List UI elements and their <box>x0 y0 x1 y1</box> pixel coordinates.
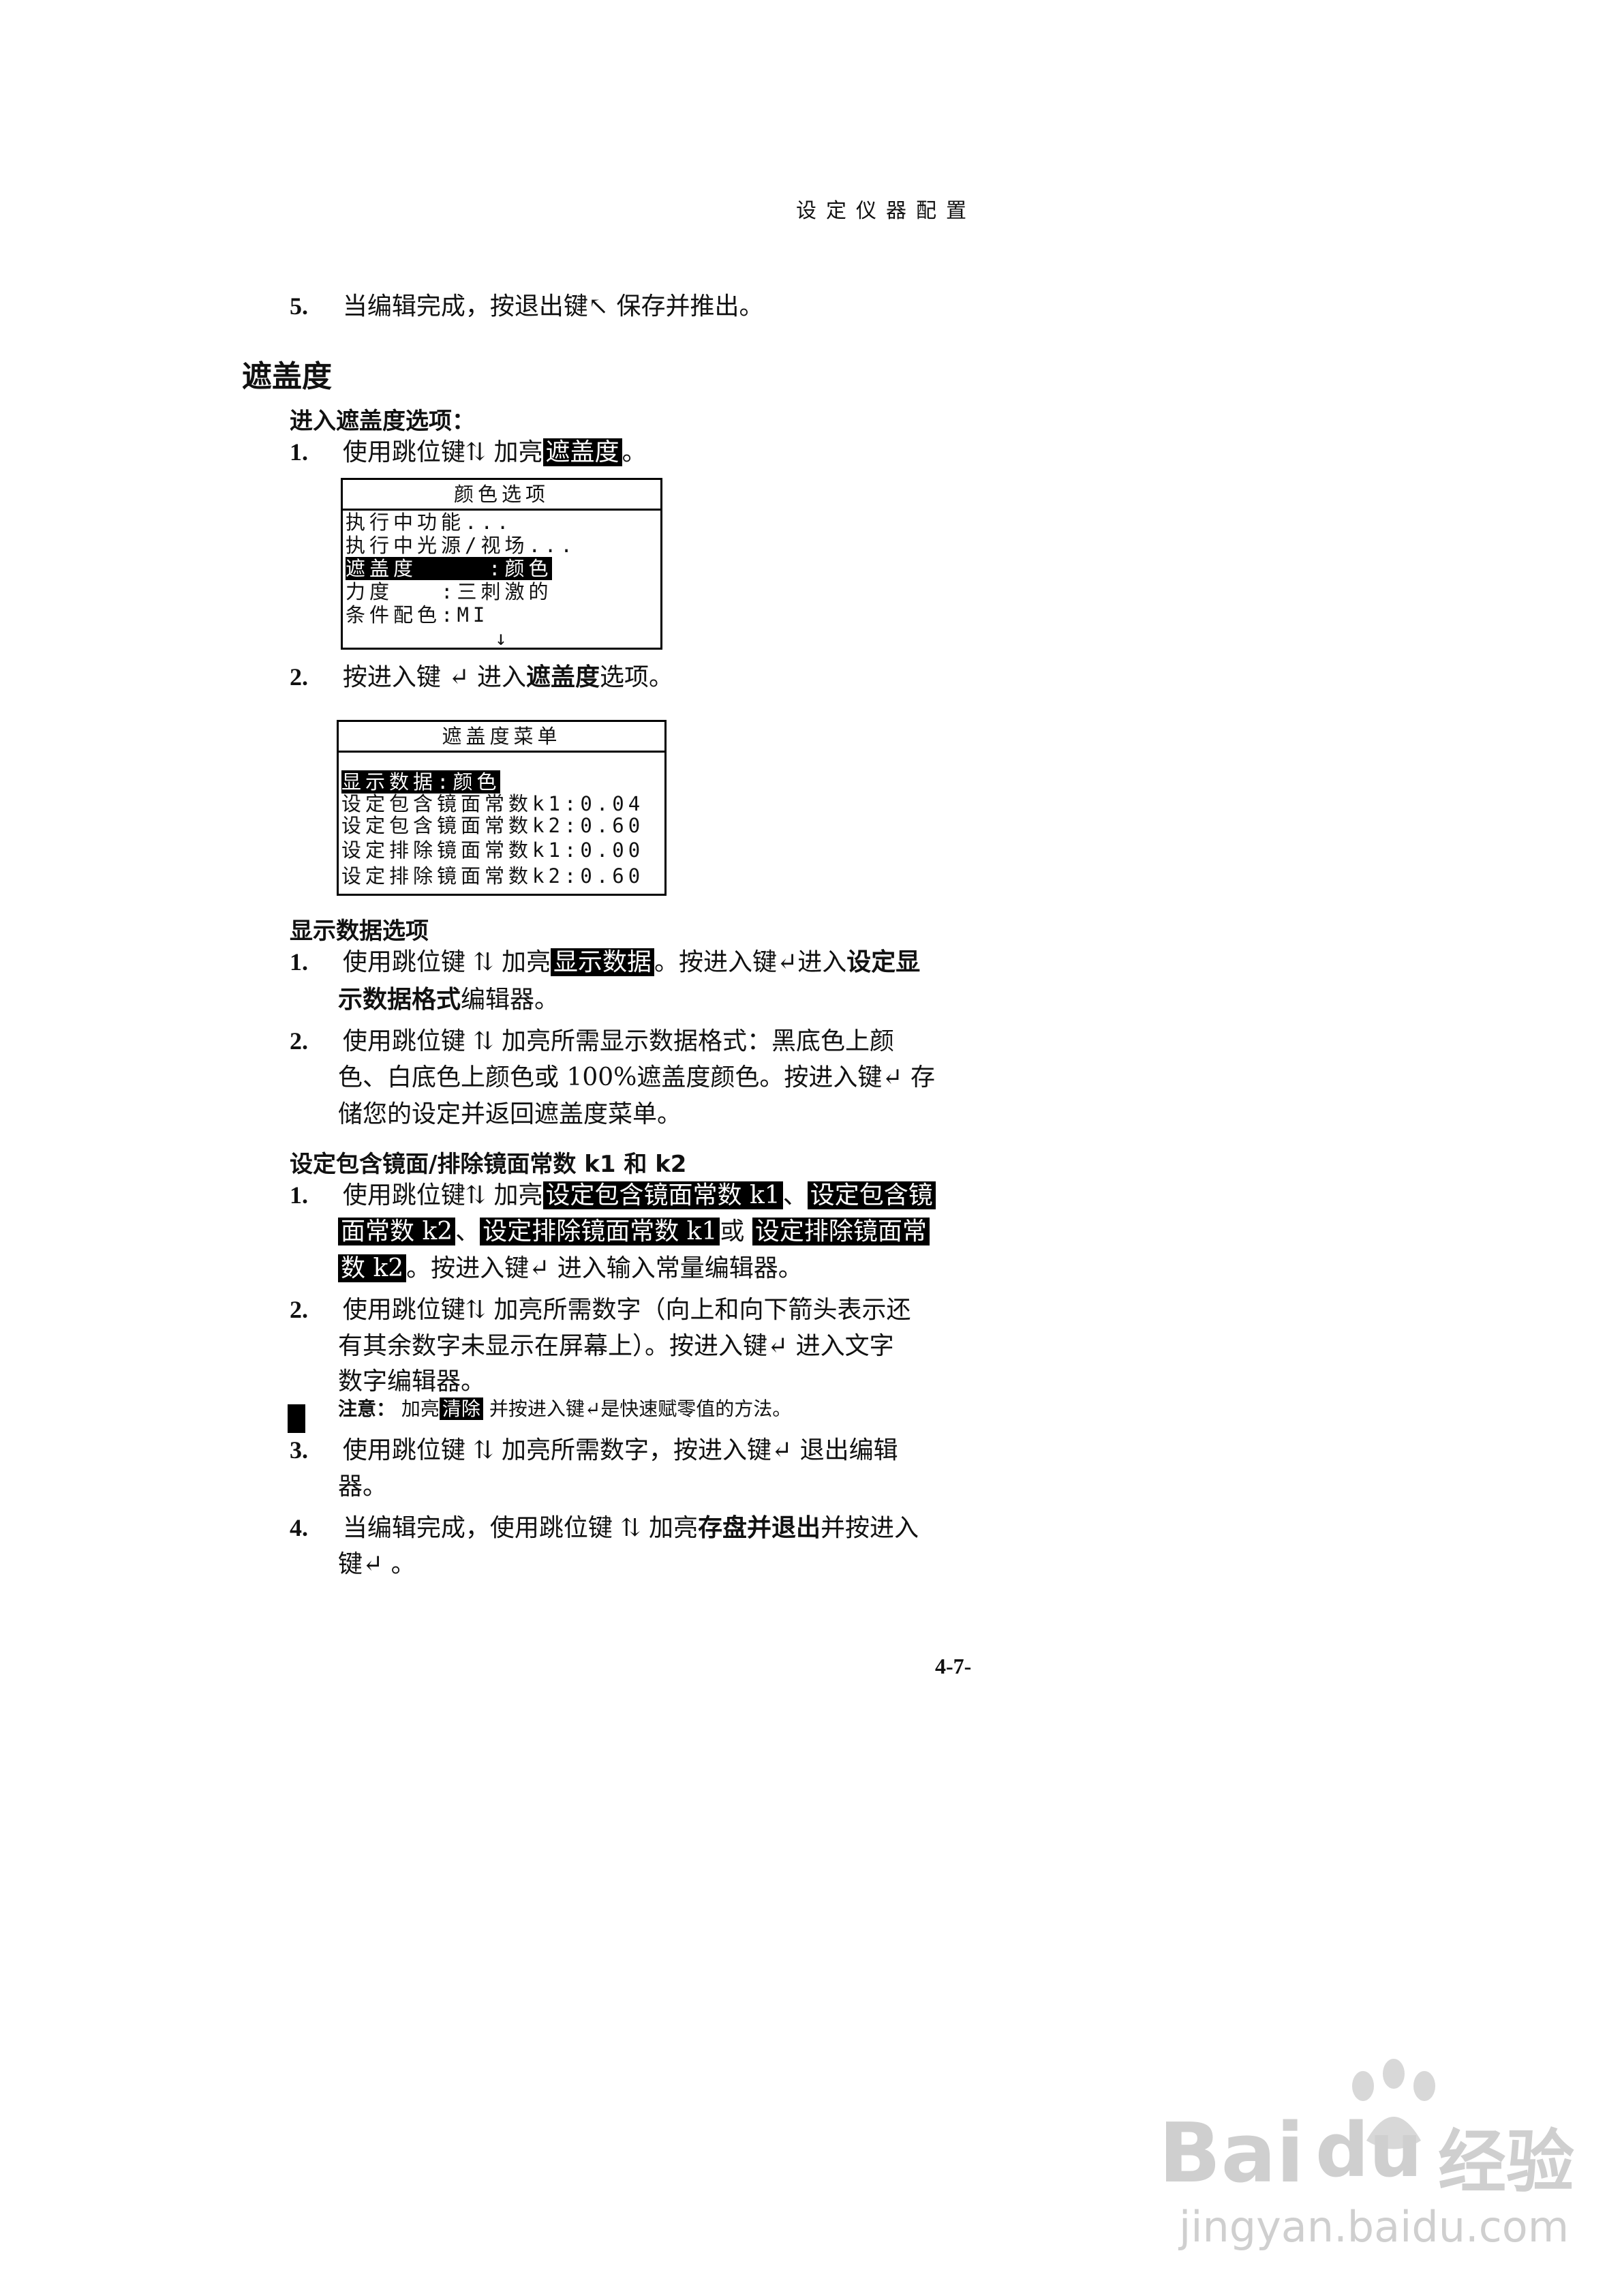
watermark-url: jingyan.baidu.com <box>1179 2202 1570 2252</box>
lcd-screen-opacity-menu: 遮盖度菜单 显示数据:颜色 设定包含镜面常数k1:0.04 设定包含镜面常数k2… <box>337 720 667 896</box>
screen-row: 设定排除镜面常数k1:0.00 <box>341 839 645 862</box>
step-text: 当编辑完成，使用跳位键 ⇅ 加亮 <box>342 1514 698 1542</box>
step-text: 或 <box>720 1218 745 1245</box>
step-text: 使用跳位键 ⇅ 加亮所需数字，按进入键↵ 退出编辑 <box>342 1436 898 1464</box>
step-number: 2. <box>290 1027 308 1055</box>
tab-arrows-icon: ⇅ <box>473 948 494 976</box>
lcd-screen-color-options: 颜色选项 执行中功能... 执行中光源/视场... 遮盖度 :颜色 力度 :三刺… <box>341 478 662 650</box>
step-text: 使用跳位键 <box>342 948 474 976</box>
screen-row: 执行中功能... <box>346 511 513 534</box>
bold-term: 遮盖度 <box>525 663 600 691</box>
step-text: 进入 <box>469 663 526 691</box>
step-number: 1. <box>290 1181 308 1209</box>
step-2-enter: 2. 按进入键 ↵ 进入遮盖度选项。 <box>290 656 673 699</box>
highlighted-term: 设定排除镜面常数 k1 <box>480 1218 720 1245</box>
step-1-display: 1. 使用跳位键 ⇅ 加亮 显示数据 。按进入键↵进入设定显 <box>290 941 920 984</box>
step-text: 编辑器。 <box>461 986 560 1014</box>
step-number: 5. <box>290 292 308 320</box>
screen-row: 设定包含镜面常数k2:0.60 <box>341 814 645 837</box>
step-text: 并按进入 <box>820 1514 919 1542</box>
step-text: 。按进入键↵ 进入输入常量编辑器。 <box>406 1254 803 1282</box>
note-text: 并按进入键↵是快速赋零值的方法。 <box>483 1398 792 1420</box>
section-title: 遮盖度 <box>242 359 332 394</box>
screen-row: 条件配色:MI <box>346 603 489 626</box>
screen-title: 遮盖度菜单 <box>339 722 664 753</box>
screen-row: 设定排除镜面常数k2:0.60 <box>341 864 645 888</box>
enter-key-icon: ↵ <box>777 948 798 976</box>
step-number: 2. <box>290 1296 308 1323</box>
step-text: 进入 <box>797 948 847 976</box>
enter-key-icon: ↵ <box>448 663 470 691</box>
step-text: 加亮 <box>486 438 543 466</box>
step-text: 加亮 <box>493 948 551 976</box>
page-number: 4-7- <box>935 1654 972 1678</box>
step-text: 储您的设定并返回遮盖度菜单。 <box>338 1100 682 1128</box>
step-text: 、 <box>782 1181 808 1209</box>
step-text: 使用跳位键 <box>342 438 465 466</box>
scroll-down-icon: ↓ <box>495 626 511 650</box>
bold-term: 示数据格式 <box>338 986 461 1014</box>
bold-term: 存盘并退出 <box>697 1514 821 1542</box>
step-text: 器。 <box>338 1472 388 1500</box>
step-text: 使用跳位键⇅ 加亮 <box>342 1181 543 1209</box>
step-text: 色、白底色上颜色或 100%遮盖度颜色。按进入键↵ 存 <box>338 1063 935 1091</box>
step-text: 按进入键 <box>342 663 449 691</box>
step-1-display-line2: 示数据格式编辑器。 <box>338 979 559 1021</box>
step-text: 、 <box>455 1218 480 1245</box>
screen-title: 颜色选项 <box>343 480 660 511</box>
step-5-top: 5. 当编辑完成，按退出键↖ 保存并推出。 <box>290 285 764 328</box>
screen-row: 力度 :三刺激的 <box>346 580 553 603</box>
watermark-logo-paw-text: du <box>1315 2106 1423 2194</box>
highlighted-term: 数 k2 <box>338 1254 407 1282</box>
step-number: 3. <box>290 1436 308 1464</box>
highlighted-term: 面常数 k2 <box>338 1218 456 1245</box>
step-number: 4. <box>290 1514 308 1541</box>
note-label: 注意： <box>338 1398 396 1420</box>
highlighted-term: 设定包含镜 <box>807 1181 936 1209</box>
step-text: 使用跳位键 ⇅ 加亮所需显示数据格式：黑底色上颜 <box>342 1027 894 1055</box>
step-text: 。 <box>622 438 647 466</box>
running-header: 设定仪器配置 <box>796 199 976 223</box>
highlighted-term: 显示数据 <box>550 948 654 976</box>
highlighted-term: 设定包含镜面常数 k1 <box>542 1181 783 1209</box>
step-text: 。按进入键 <box>654 948 778 976</box>
step-text: 键↵ 。 <box>338 1550 416 1578</box>
step-text: 选项。 <box>600 663 674 691</box>
bold-term: 设定显 <box>846 948 921 976</box>
step-text: 保存并推出。 <box>609 292 764 320</box>
screen-row-selected: 显示数据:颜色 <box>341 770 501 794</box>
watermark-jingyan-text: 经验 <box>1438 2122 1574 2202</box>
step-text: 使用跳位键⇅ 加亮所需数字（向上和向下箭头表示还 <box>342 1296 911 1324</box>
step-number: 1. <box>290 438 308 466</box>
step-text: 当编辑完成，按退出键 <box>342 292 588 320</box>
highlighted-term: 设定排除镜面常 <box>752 1218 930 1245</box>
escape-key-icon: ↖ <box>587 292 609 320</box>
watermark-logo-text: Bai <box>1159 2106 1304 2201</box>
step-number: 2. <box>290 663 308 691</box>
note-text: 加亮 <box>395 1398 440 1420</box>
highlighted-term: 清除 <box>439 1398 483 1420</box>
screen-row-selected: 遮盖度 :颜色 <box>346 557 553 580</box>
highlighted-term: 遮盖度 <box>542 438 622 466</box>
step-number: 1. <box>290 948 308 976</box>
step-1-k-line3: 数 k2 。按进入键↵ 进入输入常量编辑器。 <box>338 1248 803 1290</box>
screen-row: 执行中光源/视场... <box>346 534 577 557</box>
step-1-enter: 1. 使用跳位键⇅ 加亮 遮盖度。 <box>290 431 647 474</box>
tab-arrows-icon: ⇅ <box>465 438 487 466</box>
screen-row: 设定包含镜面常数k1:0.04 <box>341 792 645 815</box>
step-1-k-line2: 面常数 k2、设定排除镜面常数 k1 或 设定排除镜面常 <box>338 1211 930 1253</box>
note: 注意： 加亮 清除 并按进入键↵是快速赋零值的方法。 <box>338 1394 791 1421</box>
